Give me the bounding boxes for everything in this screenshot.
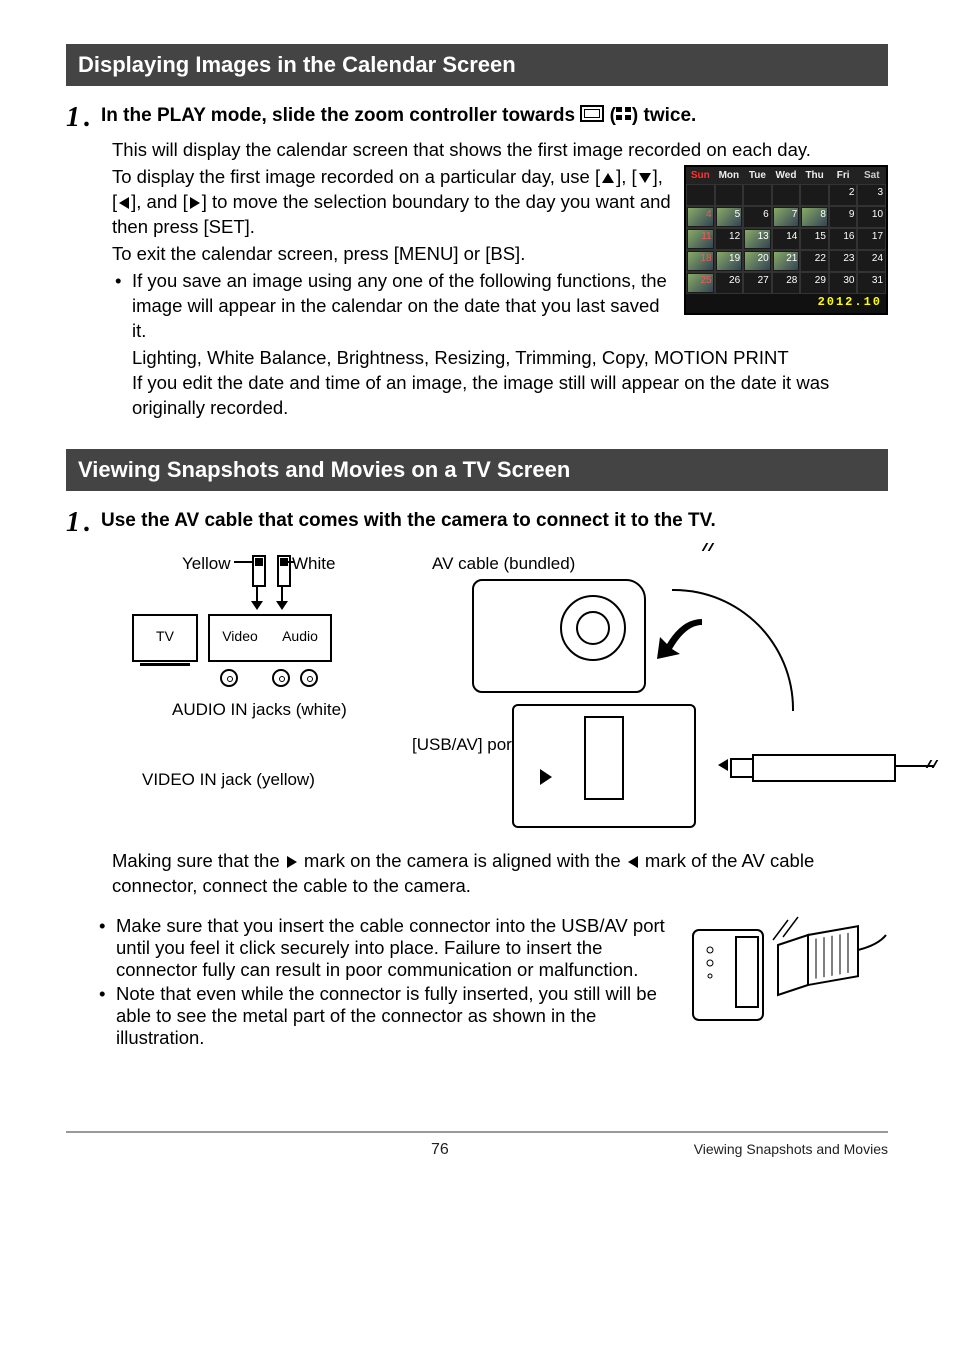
label-white: White — [292, 553, 335, 576]
calendar-cell: 14 — [772, 228, 801, 250]
bullet-text: Note that even while the connector is fu… — [116, 983, 657, 1048]
plug-icon — [252, 555, 266, 587]
right-arrow-icon — [190, 197, 200, 209]
step-title-suffix: twice. — [644, 105, 697, 126]
calendar-dow: Fri — [829, 167, 858, 185]
calendar-cell: 16 — [829, 228, 858, 250]
footer-title: Viewing Snapshots and Movies — [694, 1141, 888, 1159]
right-triangle-icon — [287, 856, 297, 868]
bullet-item: Note that even while the connector is fu… — [96, 983, 888, 1049]
calendar-cell: 10 — [857, 206, 886, 228]
calendar-cell — [686, 184, 715, 206]
calendar-cell — [800, 184, 829, 206]
camera-bottom-icon — [512, 704, 696, 828]
step-1-calendar: 1. In the PLAY mode, slide the zoom cont… — [66, 104, 888, 132]
step-body-line: This will display the calendar screen th… — [112, 138, 888, 163]
calendar-cell: 11 — [686, 228, 715, 250]
label-video: Video — [210, 616, 270, 660]
label-audioin: AUDIO IN jacks (white) — [172, 699, 347, 722]
step-number: 1 — [66, 104, 80, 132]
calendar-cell: 6 — [743, 206, 772, 228]
step-dot: . — [84, 104, 91, 132]
calendar-dow: Wed — [772, 167, 801, 185]
video-audio-box: Video Audio — [208, 614, 332, 662]
label-yellow: Yellow — [182, 553, 231, 576]
step-1-tv: 1. Use the AV cable that comes with the … — [66, 509, 888, 537]
jack-icon — [220, 669, 238, 687]
insert-arrow-icon — [652, 609, 712, 669]
calendar-dow: Sun — [686, 167, 715, 185]
break-mark-icon — [700, 543, 716, 551]
jack-icon — [272, 669, 290, 687]
connection-diagram: Yellow White AV cable (bundled) TV Video… — [112, 549, 888, 849]
bullet-item: If you save an image using any one of th… — [112, 269, 888, 344]
calendar-cell: 7 — [772, 206, 801, 228]
align-mark-right-icon — [540, 769, 552, 785]
up-arrow-icon — [602, 173, 614, 183]
page-footer: 76 Viewing Snapshots and Movies — [66, 1131, 888, 1159]
step-dot: . — [84, 509, 91, 537]
calendar-cell: 17 — [857, 228, 886, 250]
page-number: 76 — [186, 1141, 694, 1159]
calendar-dow: Thu — [800, 167, 829, 185]
calendar-cell: 13 — [743, 228, 772, 250]
calendar-cell: 3 — [857, 184, 886, 206]
align-mark-left-icon — [718, 759, 728, 771]
av-connector-icon — [752, 754, 896, 782]
step-title: In the PLAY mode, slide the zoom control… — [101, 104, 696, 129]
calendar-cell — [772, 184, 801, 206]
section-header-tv: Viewing Snapshots and Movies on a TV Scr… — [66, 449, 888, 491]
label-usbav: [USB/AV] port — [412, 734, 517, 757]
bullet-text: If you save an image using any one of th… — [132, 270, 667, 341]
thumbnail-grid-icon — [616, 107, 632, 120]
calendar-cell: 12 — [715, 228, 744, 250]
plug-icon — [277, 555, 291, 587]
calendar-cell — [715, 184, 744, 206]
calendar-cell: 8 — [800, 206, 829, 228]
jack-icon — [300, 669, 318, 687]
calendar-cell — [743, 184, 772, 206]
down-arrow-icon — [639, 173, 651, 183]
camera-front-icon — [472, 579, 646, 693]
left-triangle-icon — [628, 856, 638, 868]
tv-icon: TV — [132, 614, 198, 662]
wide-zoom-icon — [580, 105, 604, 122]
bullet-item: Make sure that you insert the cable conn… — [96, 915, 888, 981]
down-arrow-icon — [251, 601, 263, 610]
left-arrow-icon — [119, 197, 129, 209]
align-note: Making sure that the mark on the camera … — [112, 849, 888, 899]
calendar-dow: Mon — [715, 167, 744, 185]
label-audio: Audio — [270, 616, 330, 660]
bullet-text: Make sure that you insert the cable conn… — [116, 915, 665, 980]
break-mark-icon — [924, 760, 940, 768]
down-arrow-icon — [276, 601, 288, 610]
bullet-sub: Lighting, White Balance, Brightness, Res… — [132, 346, 888, 371]
step-title-prefix: In the PLAY mode, slide the zoom control… — [101, 105, 575, 126]
label-videoin: VIDEO IN jack (yellow) — [142, 769, 315, 792]
step-number: 1 — [66, 509, 80, 537]
bullet-note: If you edit the date and time of an imag… — [132, 371, 888, 421]
step-title: Use the AV cable that comes with the cam… — [101, 509, 716, 534]
section-header-calendar: Displaying Images in the Calendar Screen — [66, 44, 888, 86]
calendar-cell: 2 — [829, 184, 858, 206]
calendar-cell: 15 — [800, 228, 829, 250]
label-avcable: AV cable (bundled) — [432, 553, 575, 576]
calendar-dow: Sat — [857, 167, 886, 185]
calendar-dow: Tue — [743, 167, 772, 185]
calendar-cell: 9 — [829, 206, 858, 228]
calendar-cell: 4 — [686, 206, 715, 228]
calendar-cell: 5 — [715, 206, 744, 228]
